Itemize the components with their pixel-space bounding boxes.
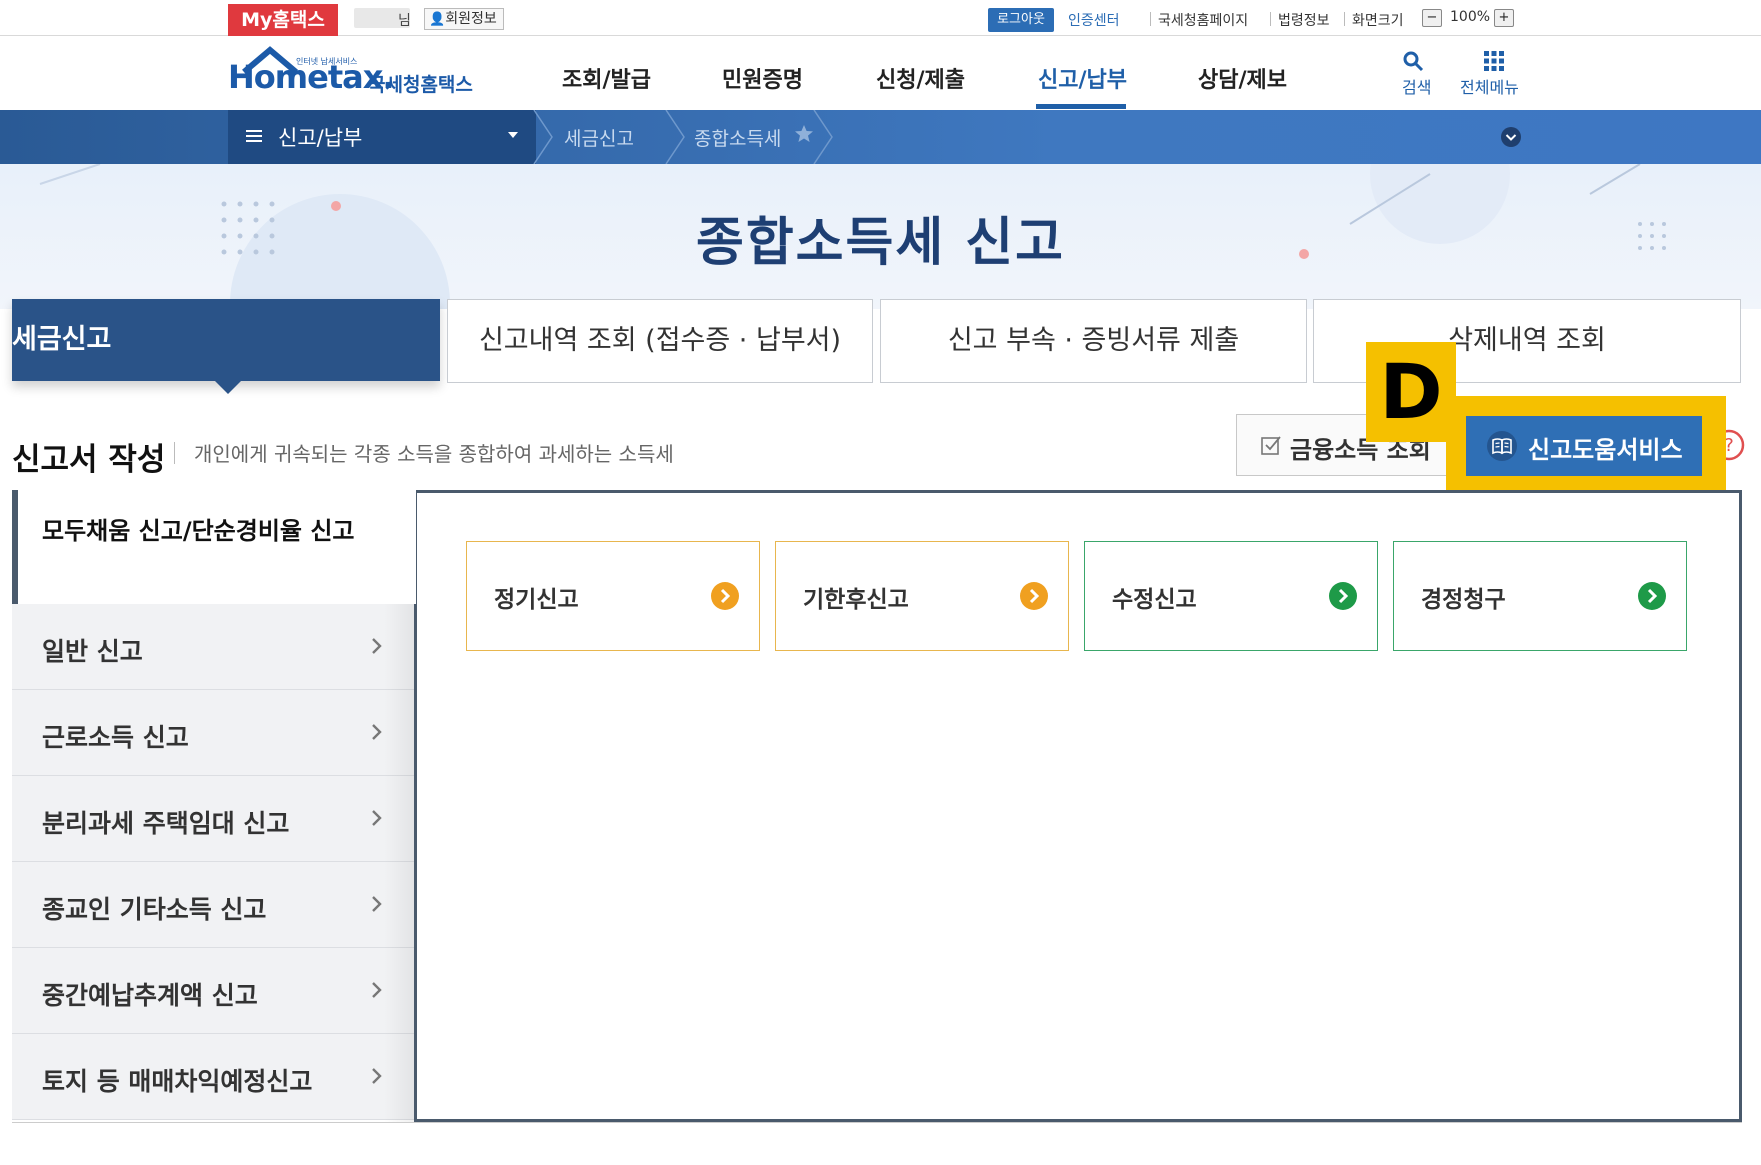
chevron-right-icon: [372, 1068, 382, 1084]
card-label: 수정신고: [1112, 587, 1197, 613]
zoom-level: 100%: [1450, 9, 1491, 25]
divider: [1150, 12, 1151, 26]
member-info-label: 회원정보: [445, 11, 497, 27]
sidebar-shadow: [384, 604, 414, 1122]
sidebar-item-label: 근로소득 신고: [42, 723, 189, 752]
card-label: 경정청구: [1421, 587, 1506, 613]
sidebar-item-label: 중간예납추계액 신고: [42, 981, 258, 1010]
breadcrumb-separator: [665, 110, 685, 164]
tab-tax-filing[interactable]: 세금신고: [12, 299, 440, 381]
bottom-divider: [12, 1122, 1742, 1123]
logo-korean: 국세청홈택스: [368, 74, 473, 96]
zoom-in-button[interactable]: +: [1494, 9, 1514, 27]
search-icon[interactable]: [1402, 50, 1424, 72]
gnb-active-indicator: [1036, 104, 1126, 109]
expand-down-icon[interactable]: [1500, 126, 1522, 148]
person-icon: 👤: [429, 12, 446, 27]
checkbox-icon: [1261, 436, 1281, 455]
logout-button[interactable]: 로그아웃: [988, 8, 1054, 32]
chevron-right-icon: [372, 982, 382, 998]
search-label[interactable]: 검색: [1402, 74, 1431, 98]
grid-menu-icon[interactable]: [1483, 50, 1505, 72]
law-info-link[interactable]: 법령정보: [1278, 10, 1330, 30]
divider: [1270, 12, 1271, 26]
chevron-right-icon: [372, 638, 382, 654]
my-hometax-button[interactable]: My홈택스: [228, 4, 338, 36]
sidebar-item-label: 모두채움 신고/단순경비율 신고: [42, 517, 355, 545]
chevron-right-icon: [372, 724, 382, 740]
cert-center-link[interactable]: 인증센터: [1068, 10, 1120, 30]
gnb-certificates[interactable]: 민원증명: [722, 62, 803, 94]
tab-filing-history[interactable]: 신고내역 조회 (접수증 · 납부서): [447, 299, 873, 383]
favorite-star-icon[interactable]: [794, 124, 814, 144]
annotation-badge: D: [1366, 342, 1456, 442]
sidebar-border: [414, 604, 417, 1122]
divider: [1344, 12, 1345, 26]
all-menu-label[interactable]: 전체메뉴: [1460, 74, 1519, 98]
card-label: 기한후신고: [803, 587, 909, 613]
location-menu-label: 신고/납부: [278, 126, 363, 150]
active-tab-pointer: [214, 380, 242, 394]
zoom-out-button[interactable]: −: [1422, 9, 1442, 27]
member-info-button[interactable]: 👤회원정보: [424, 8, 504, 30]
arrow-right-circle-icon: [711, 582, 739, 610]
gnb-application[interactable]: 신청/제출: [876, 62, 965, 94]
divider: [174, 442, 175, 464]
chevron-right-icon: [372, 810, 382, 826]
gnb-inquiry[interactable]: 조회/발급: [562, 62, 651, 94]
user-suffix: 님: [398, 13, 411, 29]
sidebar-item-label: 분리과세 주택임대 신고: [42, 809, 290, 838]
location-menu-dropdown[interactable]: [228, 110, 536, 164]
section-description: 개인에게 귀속되는 각종 소득을 종합하여 과세하는 소득세: [194, 442, 674, 466]
arrow-right-circle-icon: [1329, 582, 1357, 610]
breadcrumb-separator: [533, 110, 553, 164]
filing-help-service-label: 신고도움서비스: [1528, 436, 1683, 464]
page-title: 종합소득세 신고: [696, 213, 1065, 273]
book-icon: [1487, 431, 1517, 461]
logo-tagline: 인터넷 납세서비스: [296, 57, 358, 66]
section-title: 신고서 작성: [12, 442, 166, 478]
screen-size-label: 화면크기: [1352, 13, 1404, 29]
tab-attachment-submission[interactable]: 신고 부속 · 증빙서류 제출: [880, 299, 1307, 383]
nts-homepage-link[interactable]: 국세청홈페이지: [1158, 10, 1248, 30]
breadcrumb-tax-filing[interactable]: 세금신고: [564, 124, 634, 151]
breadcrumb-separator: [813, 110, 833, 164]
arrow-right-circle-icon: [1638, 582, 1666, 610]
gnb-consult[interactable]: 상담/제보: [1198, 62, 1287, 94]
breadcrumb-income-tax[interactable]: 종합소득세: [694, 124, 781, 151]
caret-down-icon: [508, 132, 518, 138]
card-label: 정기신고: [494, 587, 579, 613]
sidebar-item-label: 토지 등 매매차익예정신고: [42, 1067, 313, 1096]
chevron-right-icon: [372, 896, 382, 912]
sidebar-item-label: 종교인 기타소득 신고: [42, 895, 267, 924]
gnb-filing-payment[interactable]: 신고/납부: [1038, 62, 1127, 94]
hamburger-icon: [246, 130, 262, 142]
sidebar-item-label: 일반 신고: [42, 637, 143, 666]
arrow-right-circle-icon: [1020, 582, 1048, 610]
